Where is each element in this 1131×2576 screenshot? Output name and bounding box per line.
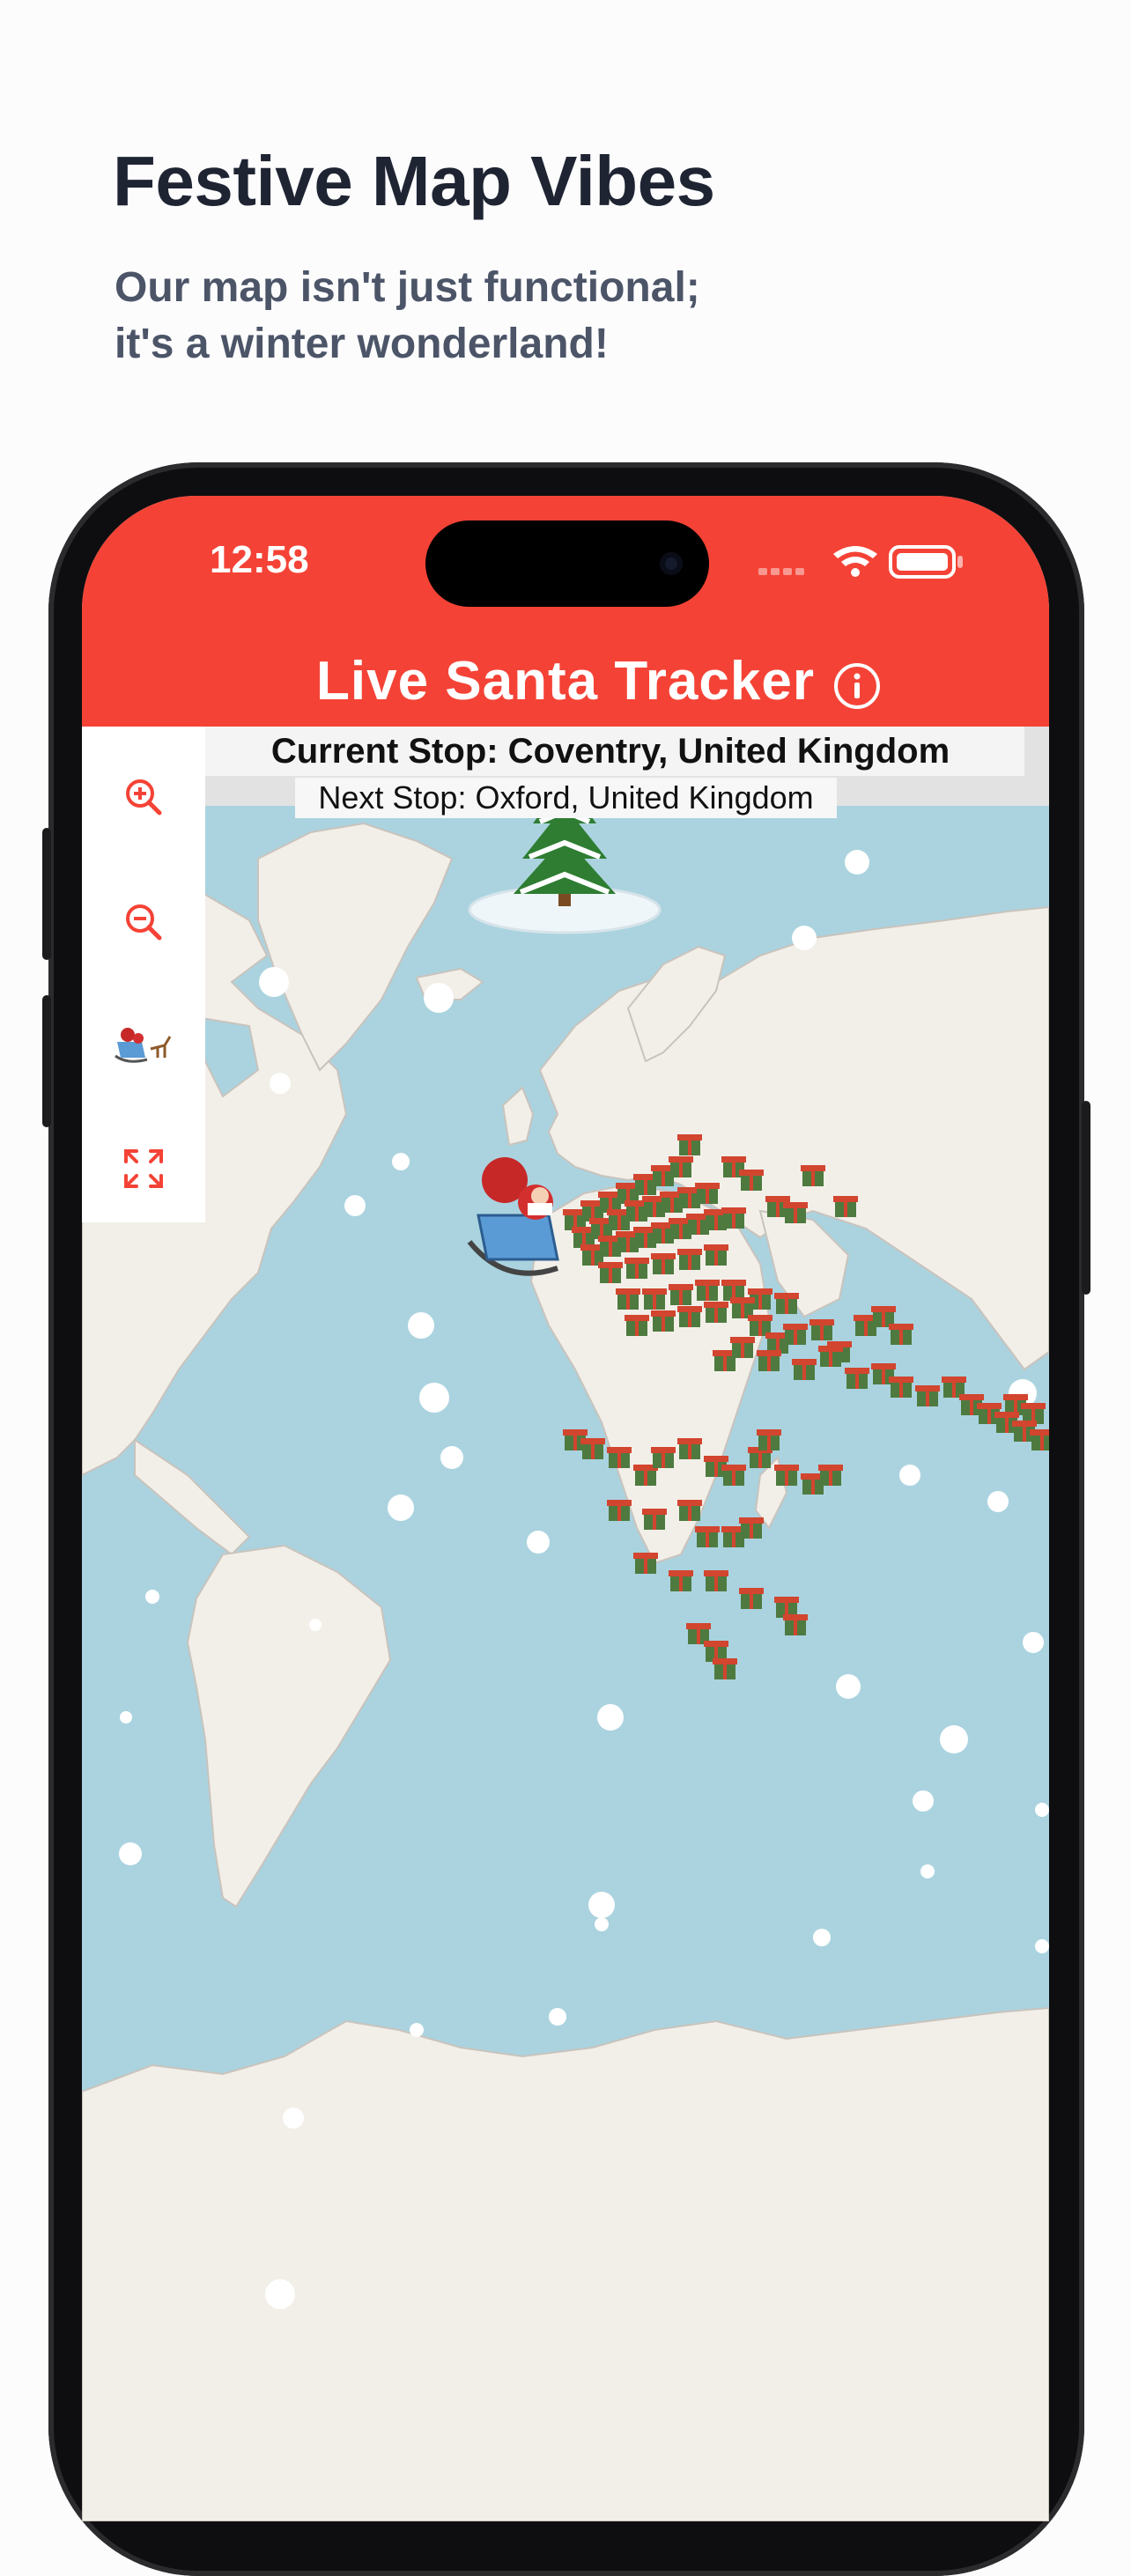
sleigh-icon [115, 1028, 172, 1063]
gift-icon [616, 1288, 640, 1310]
gift-icon [845, 1368, 869, 1389]
gift-icon [818, 1346, 843, 1367]
gift-icon [713, 1658, 737, 1679]
gift-icon [792, 1359, 817, 1380]
phone-volume-button [42, 828, 51, 960]
phone-volume-button [42, 995, 51, 1127]
gift-icon [739, 1588, 764, 1609]
gift-icon [704, 1302, 728, 1323]
page-subheadline: Our map isn't just functional; it's a wi… [115, 260, 907, 373]
gift-icon [642, 1288, 667, 1310]
gift-icon [739, 1170, 764, 1191]
gift-icon [651, 1253, 676, 1274]
camera-icon [660, 552, 683, 575]
gift-icon [677, 1249, 702, 1270]
status-icons [758, 545, 963, 579]
gift-icon [739, 1517, 764, 1539]
zoom-out-button[interactable] [108, 887, 179, 957]
gift-icon [695, 1183, 720, 1204]
gift-icon [625, 1258, 649, 1279]
next-stop-label: Next Stop: Oxford, United Kingdom [295, 778, 837, 818]
gift-icon [669, 1284, 693, 1305]
gift-icon [721, 1465, 746, 1486]
gift-icon [598, 1262, 623, 1283]
gift-icon [1030, 1429, 1049, 1450]
gift-icon [809, 1319, 834, 1340]
zoom-in-button[interactable] [108, 762, 179, 832]
gift-icon [704, 1570, 728, 1591]
gift-icon [580, 1438, 605, 1459]
current-stop-label: Current Stop: Coventry, United Kingdom [196, 727, 1024, 776]
gift-icon [889, 1377, 913, 1398]
info-icon[interactable] [832, 661, 882, 711]
zoom-in-icon [126, 779, 162, 816]
gift-icon [633, 1553, 658, 1574]
subheadline-line-2: it's a winter wonderland! [115, 321, 609, 367]
gift-icon [704, 1244, 728, 1266]
app-screen: 12:58 Live Santa Tracker Current Stop: C… [82, 496, 1049, 2521]
fullscreen-button[interactable] [108, 1133, 179, 1204]
gift-icon [915, 1385, 940, 1406]
gift-icon [642, 1509, 667, 1530]
gift-icon [783, 1324, 808, 1345]
map-controls [82, 727, 205, 1222]
gift-icon [677, 1438, 702, 1459]
gift-icon [669, 1156, 693, 1177]
gift-icon [677, 1134, 702, 1155]
gift-icon [651, 1310, 676, 1332]
signal-icon [758, 568, 804, 575]
status-time: 12:58 [210, 538, 309, 581]
gift-icon [889, 1324, 913, 1345]
phone-side-button [1082, 1101, 1090, 1295]
gift-icon [625, 1315, 649, 1336]
gift-icon [801, 1165, 825, 1186]
gift-icon [833, 1196, 858, 1217]
gift-icon [774, 1293, 799, 1314]
gift-icon [695, 1526, 720, 1547]
zoom-out-icon [126, 904, 162, 941]
wifi-icon [833, 546, 877, 577]
gift-icon [757, 1429, 781, 1450]
subheadline-line-1: Our map isn't just functional; [115, 264, 700, 311]
dynamic-island [425, 520, 709, 607]
gift-icon [783, 1614, 808, 1635]
gift-icon [721, 1207, 746, 1229]
gift-icon [757, 1350, 781, 1371]
gift-icon [607, 1447, 632, 1468]
page-headline: Festive Map Vibes [113, 142, 715, 220]
gift-icon [607, 1500, 632, 1521]
gift-icon [774, 1465, 799, 1486]
gift-icon [695, 1280, 720, 1301]
gift-icon [669, 1570, 693, 1591]
gift-icon [677, 1500, 702, 1521]
gift-icon [818, 1465, 843, 1486]
follow-santa-button[interactable] [108, 1010, 179, 1081]
battery-icon [889, 545, 963, 579]
gift-icon [677, 1306, 702, 1327]
expand-icon [124, 1149, 163, 1188]
gift-icon [783, 1202, 808, 1223]
gift-icon [730, 1337, 755, 1358]
app-title: Live Santa Tracker [316, 651, 815, 712]
app-header: 12:58 Live Santa Tracker [82, 496, 1049, 727]
gift-icon [651, 1447, 676, 1468]
world-map[interactable] [82, 806, 1049, 2521]
